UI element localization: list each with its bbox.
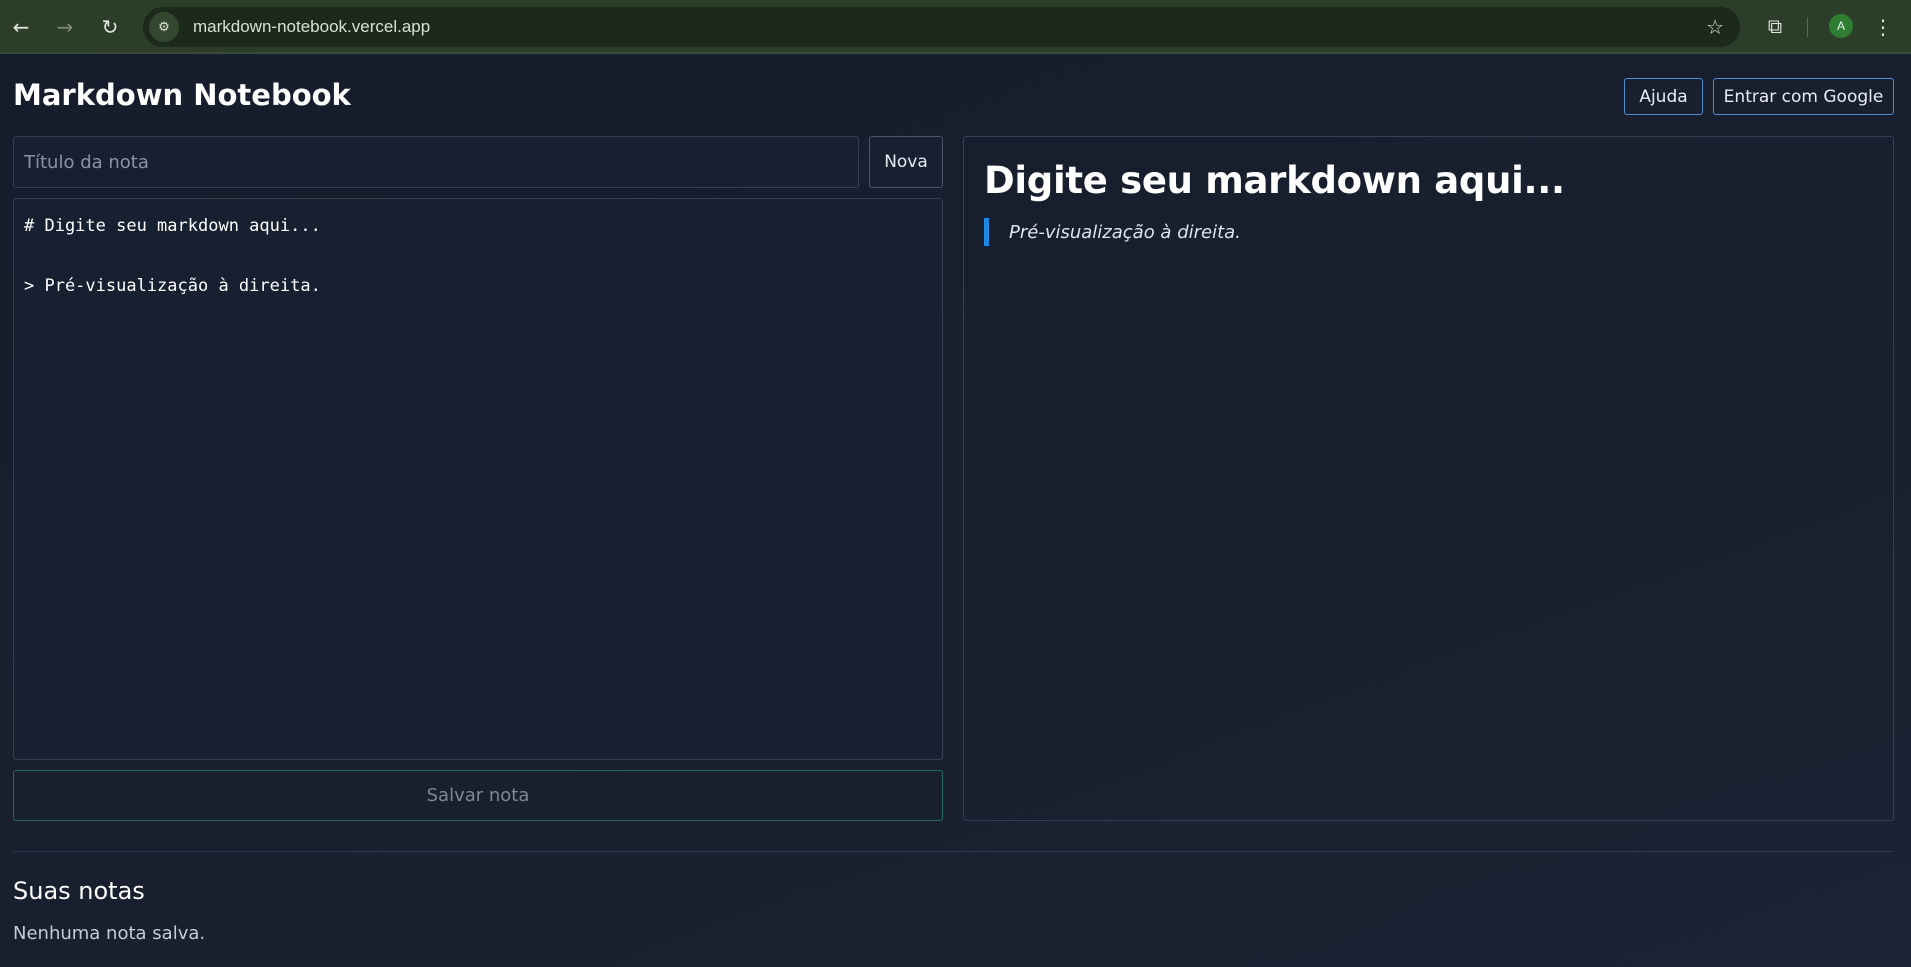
new-note-button[interactable]: Nova	[869, 136, 943, 188]
preview-blockquote: Pré-visualização à direita.	[984, 218, 1873, 246]
forward-arrow-icon[interactable]: →	[50, 12, 80, 42]
toolbar-separator	[1807, 17, 1808, 37]
reload-icon[interactable]: ↻	[95, 12, 125, 42]
url-text: markdown-notebook.vercel.app	[193, 17, 431, 36]
editor-line: # Digite seu markdown aqui...	[24, 216, 321, 236]
profile-avatar[interactable]: A	[1829, 14, 1853, 38]
kebab-menu-icon[interactable]: ⋮	[1873, 12, 1893, 42]
star-icon[interactable]: ☆	[1706, 15, 1724, 39]
notes-section-title: Suas notas	[13, 877, 145, 905]
markdown-editor[interactable]: # Digite seu markdown aqui... > Pré-visu…	[13, 198, 943, 760]
editor-line: > Pré-visualização à direita.	[24, 276, 321, 296]
back-arrow-icon[interactable]: ←	[6, 12, 36, 42]
google-login-button[interactable]: Entrar com Google	[1713, 78, 1894, 115]
notes-empty-message: Nenhuma nota salva.	[13, 923, 206, 944]
help-button[interactable]: Ajuda	[1624, 78, 1703, 115]
markdown-preview: Digite seu markdown aqui... Pré-visualiz…	[963, 136, 1894, 821]
note-title-input[interactable]: Título da nota	[13, 136, 859, 188]
extensions-icon[interactable]: ⧉	[1760, 11, 1790, 41]
address-bar[interactable]: ⚙ markdown-notebook.vercel.app ☆	[143, 7, 1740, 47]
app-title: Markdown Notebook	[13, 78, 351, 112]
save-note-button[interactable]: Salvar nota	[13, 770, 943, 821]
preview-heading: Digite seu markdown aqui...	[984, 159, 1565, 202]
browser-toolbar: ← → ↻ ⚙ markdown-notebook.vercel.app ☆ ⧉…	[0, 0, 1911, 54]
section-divider	[13, 851, 1894, 852]
site-settings-icon[interactable]: ⚙	[149, 12, 179, 42]
